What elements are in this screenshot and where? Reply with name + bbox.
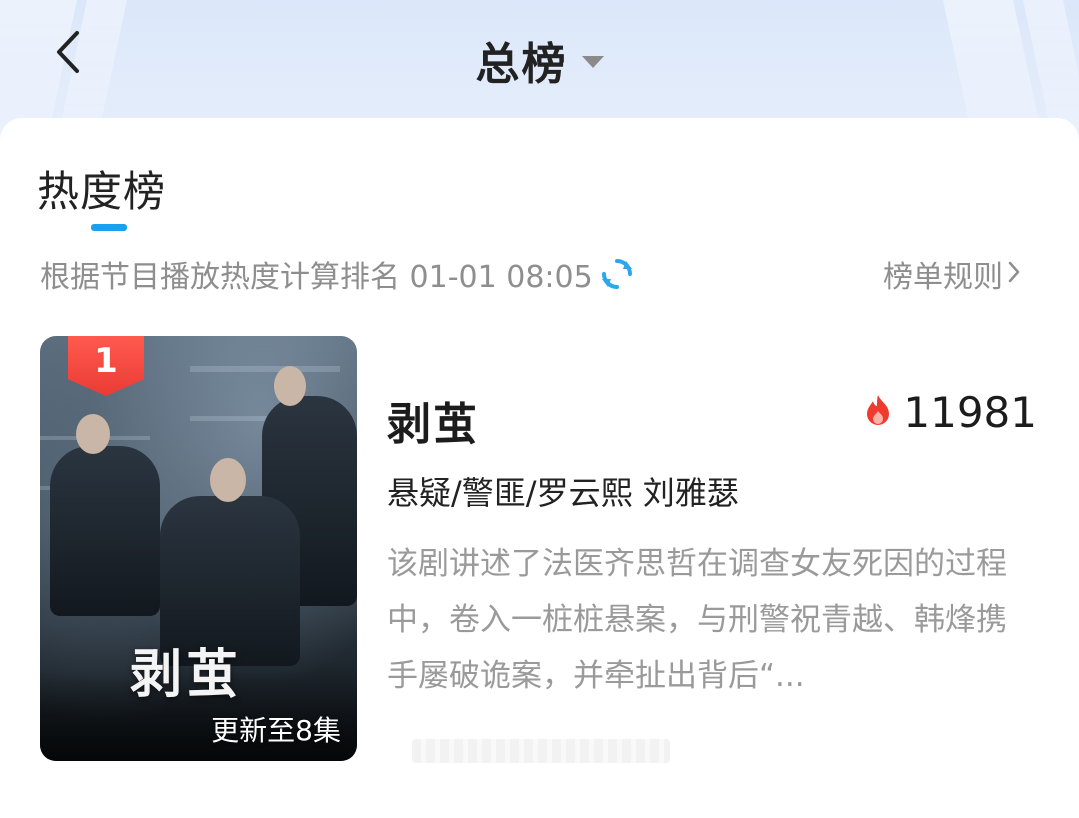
loading-placeholder	[412, 739, 670, 763]
ranking-rules-label: 榜单规则	[883, 260, 1003, 295]
ranking-card: 热度榜 根据节目播放热度计算排名 01-01 08:05 榜单规则 1 剥茧 更…	[0, 118, 1079, 818]
show-tags: 悬疑/警匪/罗云熙 刘雅瑟	[387, 474, 739, 512]
show-description: 该剧讲述了法医齐思哲在调查女友死因的过程中，卷入一桩桩悬案，与刑警祝青越、韩烽携…	[387, 546, 1007, 694]
tab-hot-ranking[interactable]: 热度榜	[37, 158, 166, 219]
refresh-icon[interactable]	[599, 256, 635, 292]
page-title: 总榜	[475, 39, 568, 90]
ranking-update-text: 根据节目播放热度计算排名 01-01 08:05	[40, 260, 593, 295]
ranking-description: 根据节目播放热度计算排名 01-01 08:05	[40, 252, 635, 296]
ranking-rules-link[interactable]: 榜单规则	[883, 252, 1021, 296]
chevron-right-icon	[1007, 257, 1021, 292]
poster-title: 剥茧	[130, 644, 243, 705]
flame-icon	[863, 388, 893, 437]
episode-update-label: 更新至8集	[211, 714, 341, 747]
show-title[interactable]: 剥茧	[387, 388, 479, 452]
caret-down-icon	[581, 56, 604, 68]
top-nav-bar: 总榜	[0, 0, 1079, 110]
rank-badge: 1	[68, 336, 144, 396]
heat-value: 11981	[903, 388, 1037, 437]
ranking-selector[interactable]: 总榜	[0, 28, 1079, 92]
show-poster[interactable]: 1 剥茧 更新至8集	[40, 336, 357, 761]
heat-score: 11981	[863, 388, 1037, 437]
tab-active-indicator	[91, 224, 127, 231]
